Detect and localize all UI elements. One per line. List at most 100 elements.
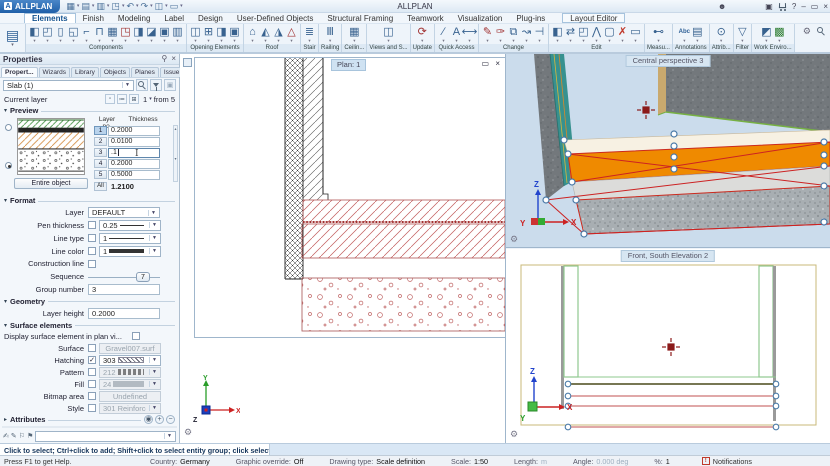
menu-tab-layout-editor[interactable]: Layout Editor (562, 13, 625, 23)
undo-icon[interactable]: ↶ (126, 1, 134, 12)
radio-single-layer[interactable] (5, 124, 12, 131)
remove-attribute-icon[interactable]: − (166, 415, 175, 424)
surface-checkbox[interactable] (88, 344, 96, 352)
layer-list-icon[interactable]: ▫ (105, 94, 115, 104)
attributes-section-header[interactable]: ▸ Attributes ◉ + − (0, 414, 179, 425)
plan-viewport-title[interactable]: Plan: 1 (331, 59, 366, 71)
menu-tab-visualization[interactable]: Visualization (451, 13, 510, 23)
line-type-checkbox[interactable] (88, 234, 96, 242)
stretch-icon[interactable]: ↝▾ (520, 26, 533, 43)
bitmap-area-select[interactable]: Undefined (99, 391, 161, 402)
minimize-icon[interactable]: – (801, 0, 805, 13)
geometry-section-header[interactable]: ▾ Geometry (0, 296, 179, 307)
dormer-icon[interactable]: ◮▾ (272, 26, 285, 43)
layer-number-cell[interactable]: 3 (94, 148, 107, 157)
style-checkbox[interactable] (88, 404, 96, 412)
resize-icon[interactable]: ▢▾ (603, 26, 616, 43)
sequence-value[interactable]: 7 (136, 272, 150, 282)
notifications-button[interactable]: ! Notifications (702, 457, 752, 466)
panel-tab-wizards[interactable]: Wizards (39, 67, 70, 77)
ceiling-icon[interactable]: ▦▾ (348, 26, 361, 43)
menu-tab-plug-ins[interactable]: Plug-ins (509, 13, 552, 23)
recess-icon[interactable]: ◨▾ (132, 26, 145, 43)
current-layer-value[interactable]: 1 (143, 95, 147, 104)
chimney-icon[interactable]: ▣▾ (158, 26, 171, 43)
apply-button[interactable]: ▣ (164, 79, 176, 91)
measure-icon[interactable]: ⊷▾ (652, 26, 665, 43)
workspace[interactable]: Plan: 1 ▭ × (180, 54, 505, 443)
door-icon[interactable]: ◳▾ (119, 26, 132, 43)
panel-tab-objects[interactable]: Objects (100, 67, 130, 77)
delete-icon[interactable]: ✗▾ (616, 26, 629, 43)
help-icon[interactable]: ? (792, 0, 796, 13)
upstand-icon[interactable]: ◰▾ (41, 26, 54, 43)
plot-icon[interactable]: ▭ (170, 1, 179, 12)
door-opening-icon[interactable]: ◫▾ (189, 26, 202, 43)
sequence-slider[interactable]: 7 (88, 272, 160, 282)
railing-icon[interactable]: Ⅲ▾ (324, 26, 337, 43)
allplan-window-icon[interactable]: ▣ (765, 0, 773, 13)
pattern-checkbox[interactable] (88, 368, 96, 376)
user-icon[interactable]: ☻ (718, 0, 726, 13)
brush-icon[interactable]: ⚐ (19, 432, 25, 440)
menu-tab-structural-framing[interactable]: Structural Framing (320, 13, 400, 23)
panel-tab-planes[interactable]: Planes (131, 67, 159, 77)
layer-number-cell[interactable]: 4 (94, 159, 107, 168)
modify-icon[interactable]: ✎▾ (481, 26, 494, 43)
perspective-viewport-title[interactable]: Central perspective 3 (626, 55, 711, 67)
edit-box-icon[interactable]: ◧▾ (551, 26, 564, 43)
components-gallery-button[interactable]: ▤ ▾ (0, 24, 26, 52)
thickness-input[interactable]: 0.2000 (108, 159, 160, 169)
panel-tab-propert[interactable]: Propert... (1, 67, 38, 77)
line-type-select[interactable]: 1 ▼ (99, 233, 161, 244)
group-number-input[interactable]: 3 (88, 284, 160, 295)
menu-tab-user-defined-objects[interactable]: User-Defined Objects (230, 13, 320, 23)
line-color-checkbox[interactable] (88, 247, 96, 255)
menu-tab-teamwork[interactable]: Teamwork (400, 13, 450, 23)
move-icon[interactable]: ⇄▾ (564, 26, 577, 43)
layer-up-icon[interactable]: ≔ (117, 94, 127, 104)
redo-icon[interactable]: ↷ (141, 1, 149, 12)
attribute-eye-icon[interactable]: ◉ (144, 415, 153, 424)
pen-thickness-select[interactable]: 0.25 ▼ (99, 220, 161, 231)
menu-tab-elements[interactable]: Elements (24, 13, 76, 23)
thickness-input[interactable]: 0.0100 (108, 137, 160, 147)
menu-tab-label[interactable]: Label (157, 13, 191, 23)
bitmap-area-checkbox[interactable] (88, 392, 96, 400)
room-icon[interactable]: ▥▾ (171, 26, 184, 43)
plan-window-controls[interactable]: ▭ × (482, 59, 502, 68)
wall-icon[interactable]: ◧▾ (28, 26, 41, 43)
pattern-select[interactable]: 212▼ (99, 367, 161, 378)
fill-select[interactable]: 24▼ (99, 379, 161, 390)
copy-element-icon[interactable]: ⧉▾ (507, 26, 520, 43)
thickness-input[interactable]: 0.2000 (108, 126, 160, 136)
navigation-gear-icon[interactable]: ⚙ (510, 234, 518, 245)
app-logo[interactable]: A ALLPLAN (0, 0, 60, 13)
shell-icon[interactable]: ◪▾ (145, 26, 158, 43)
layer-number-cell[interactable]: 2 (94, 137, 107, 146)
display-surface-checkbox[interactable] (132, 332, 140, 340)
hatching-checkbox[interactable]: ✓ (88, 356, 96, 364)
filter-funnel-icon[interactable]: ▽▾ (736, 26, 749, 43)
preview-section-header[interactable]: ▾ Preview (0, 106, 179, 117)
close-icon[interactable]: × (823, 0, 828, 13)
construction-line-checkbox[interactable] (88, 260, 96, 268)
gear-icon[interactable]: ⚙ (803, 26, 811, 36)
format-section-header[interactable]: ▾ Format (0, 195, 179, 206)
transfer-icon[interactable]: ⚑ (27, 432, 33, 440)
layer-select[interactable]: DEFAULT ▼ (88, 207, 160, 218)
mesh-icon[interactable]: ▦▾ (106, 26, 119, 43)
plan-viewport[interactable]: Plan: 1 ▭ × (194, 57, 506, 338)
elevation-viewport[interactable]: Front, South Elevation 2 (506, 249, 830, 443)
save-icon[interactable]: ◳ (111, 1, 120, 12)
close-panel-icon[interactable]: × (171, 54, 176, 64)
object-selector[interactable]: Slab (1) ▼ (3, 80, 134, 91)
dimension-icon[interactable]: ⟷▾ (463, 26, 476, 43)
hatching-select[interactable]: 303▼ (99, 355, 161, 366)
foundation-icon[interactable]: ◱▾ (67, 26, 80, 43)
roof-covering-icon[interactable]: ◭▾ (259, 26, 272, 43)
project-menu-icon[interactable]: ▦ (66, 1, 75, 12)
window-opening-icon[interactable]: ⊞▾ (202, 26, 215, 43)
pick-modify-icon[interactable]: ✑▾ (494, 26, 507, 43)
corner-window-icon[interactable]: ◨▾ (215, 26, 228, 43)
